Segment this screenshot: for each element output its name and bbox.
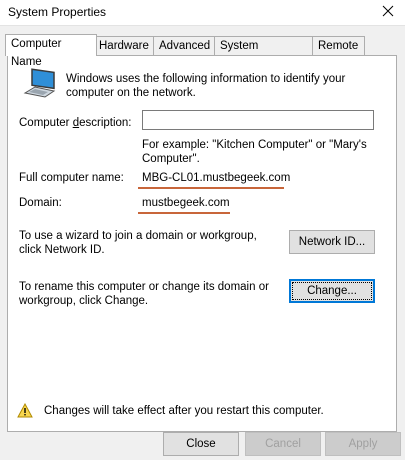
tab-hardware[interactable]: Hardware <box>93 36 155 55</box>
full-name-value: MBG-CL01.mustbegeek.com <box>142 172 291 184</box>
full-name-annotation-underline <box>138 187 284 189</box>
description-hint: For example: "Kitchen Computer" or "Mary… <box>142 139 367 165</box>
intro-text: Windows uses the following information t… <box>66 73 346 99</box>
full-name-label: Full computer name: <box>19 172 124 184</box>
domain-annotation-underline <box>138 212 230 214</box>
tab-computer-name[interactable]: Computer Name <box>5 34 97 68</box>
apply-button[interactable]: Apply <box>325 432 401 456</box>
tab-system-protection[interactable]: System Protection <box>214 36 315 70</box>
title-bar: System Properties <box>0 0 405 25</box>
rename-text: To rename this computer or change its do… <box>19 281 269 307</box>
cancel-button[interactable]: Cancel <box>245 432 321 456</box>
computer-icon <box>23 68 56 98</box>
description-input[interactable] <box>142 110 374 130</box>
close-button[interactable]: Close <box>163 432 239 456</box>
domain-value: mustbegeek.com <box>142 197 230 209</box>
domain-label: Domain: <box>19 197 62 209</box>
network-id-button[interactable]: Network ID... <box>289 230 375 254</box>
tab-remote[interactable]: Remote <box>312 36 365 55</box>
computer-name-panel: Windows uses the following information t… <box>7 55 397 432</box>
warning-icon <box>17 403 33 418</box>
close-icon[interactable] <box>380 3 396 19</box>
network-id-text: To use a wizard to join a domain or work… <box>19 230 257 256</box>
window-title: System Properties <box>8 5 107 19</box>
change-button[interactable]: Change... <box>289 279 375 303</box>
tab-advanced[interactable]: Advanced <box>153 36 217 55</box>
description-label: Computer description: <box>19 117 132 129</box>
restart-warning-text: Changes will take effect after you resta… <box>44 405 324 417</box>
